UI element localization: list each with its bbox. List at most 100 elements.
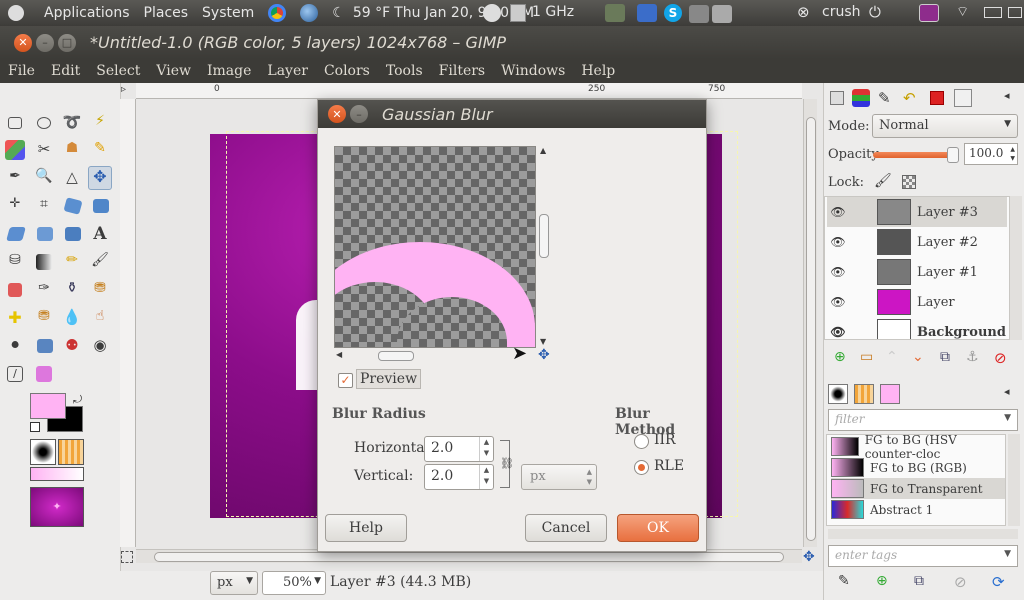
unit-select[interactable]: px ▲ ▼	[521, 464, 597, 490]
menu-select[interactable]: Select	[88, 63, 148, 79]
delete-layer-icon[interactable]: ⊘	[994, 349, 1007, 367]
foreground-select-icon[interactable]: ☗	[62, 140, 82, 160]
dock-menu-icon-2[interactable]: ◂	[1004, 385, 1010, 398]
vertical-spinner[interactable]: 2.0 ▲ ▼	[424, 464, 494, 490]
raise-layer-icon[interactable]: ⌃	[886, 349, 898, 365]
gradient-row[interactable]: Abstract 1	[831, 499, 1005, 520]
undo-tab-icon[interactable]: ↶	[903, 89, 916, 107]
cancel-button[interactable]: Cancel	[525, 514, 607, 542]
perspective-clone-icon[interactable]: ⛃	[34, 308, 54, 328]
ellipse-select-icon[interactable]	[37, 117, 51, 129]
blur-icon[interactable]: 💧	[62, 308, 82, 328]
refresh-gradients-icon[interactable]: ⟳	[992, 573, 1005, 591]
duplicate-gradient-icon[interactable]: ⧉	[914, 573, 924, 589]
preview-area[interactable]	[334, 146, 536, 348]
horizontal-ruler[interactable]: 0 250 750 1000	[136, 83, 802, 99]
colors-tab-icon[interactable]	[930, 91, 944, 105]
update-icon[interactable]	[637, 4, 657, 22]
new-gradient-icon[interactable]: ⊕	[876, 573, 888, 589]
minimize-window-button[interactable]: –	[36, 33, 54, 52]
menu-view[interactable]: View	[148, 63, 199, 79]
layer-row-layer[interactable]: 👁 Layer	[827, 287, 1007, 317]
eraser-icon[interactable]	[8, 283, 22, 297]
dialog-titlebar[interactable]: ✕ – Gaussian Blur	[318, 100, 706, 128]
vertical-scroll-thumb[interactable]	[806, 117, 816, 541]
scroll-down-icon[interactable]: ▼	[540, 337, 546, 346]
color-balance-icon[interactable]: ⚉	[62, 336, 82, 356]
default-colors-icon[interactable]	[30, 422, 40, 432]
layers-vscrollbar[interactable]	[1010, 196, 1022, 340]
gradient-row[interactable]: FG to BG (RGB)	[831, 457, 1005, 478]
vertical-scrollbar[interactable]	[803, 99, 817, 547]
visibility-eye-icon[interactable]: 👁	[827, 325, 849, 339]
spin-arrows-icon[interactable]: ▲ ▼	[1010, 145, 1015, 163]
dialog-minimize-button[interactable]: –	[350, 105, 368, 123]
fuzzy-select-icon[interactable]: ⚡	[90, 113, 110, 133]
rect-select-icon[interactable]	[8, 117, 22, 129]
mode-select[interactable]: Normal ▼	[872, 114, 1018, 138]
unit-combo[interactable]: px ▼	[210, 571, 258, 595]
gradient-row[interactable]: FG to BG (HSV counter-cloc	[831, 435, 1005, 461]
text-icon[interactable]: A	[90, 224, 110, 244]
ruler-corner-icon[interactable]: ▹	[121, 84, 126, 95]
enter-tags-input[interactable]: enter tags ▼	[828, 545, 1018, 567]
brushes-tab-icon[interactable]	[828, 384, 848, 404]
maximize-window-button[interactable]: □	[58, 33, 76, 52]
close-window-button[interactable]: ✕	[14, 33, 32, 52]
ok-button[interactable]: OK	[617, 514, 699, 542]
paths-icon[interactable]: ✎	[90, 140, 110, 160]
swap-colors-icon[interactable]: ⤾	[73, 393, 82, 407]
flip-icon[interactable]	[65, 227, 81, 241]
layer-row-1[interactable]: 👁 Layer #1	[827, 257, 1007, 287]
scroll-left-icon[interactable]: ◀	[336, 350, 342, 359]
dialog-close-button[interactable]: ✕	[328, 105, 346, 123]
weather-text[interactable]: 59 °F	[353, 5, 390, 21]
delete-gradient-icon[interactable]: ⊘	[954, 573, 967, 591]
channels-tab-icon[interactable]	[852, 89, 870, 107]
navigate-icon[interactable]: ✥	[803, 549, 815, 565]
visibility-eye-icon[interactable]: 👁	[827, 205, 849, 219]
username[interactable]: crush	[822, 4, 861, 20]
measure-icon[interactable]: △	[62, 168, 82, 188]
menu-filters[interactable]: Filters	[431, 63, 493, 79]
pencil-icon[interactable]: ✏	[62, 252, 82, 272]
clone-icon[interactable]: ⛃	[90, 280, 110, 300]
preview-checkbox[interactable]: ✓	[338, 373, 353, 388]
places-menu[interactable]: Places	[144, 5, 189, 21]
menu-layer[interactable]: Layer	[259, 63, 316, 79]
lock-alpha-icon[interactable]	[902, 175, 916, 189]
menu-tools[interactable]: Tools	[378, 63, 431, 79]
iir-label[interactable]: IIR	[654, 432, 676, 448]
new-layer-icon[interactable]: ⊕	[834, 349, 846, 365]
menu-image[interactable]: Image	[199, 63, 259, 79]
scale-icon[interactable]	[93, 199, 109, 213]
logout-x-icon[interactable]: ⊗	[797, 3, 810, 21]
help-button[interactable]: Help	[325, 514, 407, 542]
menu-edit[interactable]: Edit	[43, 63, 88, 79]
ink-icon[interactable]: ⚱	[62, 280, 82, 300]
layer-row-3[interactable]: 👁 Layer #3	[827, 197, 1007, 227]
gradients-tab-icon[interactable]	[880, 384, 900, 404]
globe-icon[interactable]	[300, 4, 319, 22]
horizontal-scroll-thumb[interactable]	[154, 552, 784, 562]
visibility-eye-icon[interactable]: 👁	[827, 235, 849, 249]
lasso-icon[interactable]: ➰	[62, 113, 82, 133]
dock-menu-icon[interactable]: ◂	[1004, 89, 1010, 102]
paths-tab-icon[interactable]: ✎	[878, 89, 891, 107]
iir-radio[interactable]	[634, 434, 649, 449]
visibility-eye-icon[interactable]: 👁	[827, 295, 849, 309]
opacity-spinner[interactable]: 100.0 ▲ ▼	[964, 143, 1018, 165]
menu-windows[interactable]: Windows	[493, 63, 573, 79]
gradient-preview-icon[interactable]	[30, 467, 84, 481]
airbrush-icon[interactable]: ✑	[34, 280, 54, 300]
script-icon[interactable]	[36, 366, 52, 382]
patterns-tab-icon[interactable]	[854, 384, 874, 404]
pidgin-icon[interactable]	[605, 4, 625, 22]
wifi-icon[interactable]: ⌔	[956, 3, 969, 21]
gradient-filter-input[interactable]: filter ▼	[828, 409, 1018, 431]
gradients-hscrollbar[interactable]	[828, 529, 1018, 539]
edit-gradient-icon[interactable]: ✎	[838, 573, 850, 589]
mail-notify-icon[interactable]	[1008, 7, 1022, 18]
chrome-icon[interactable]	[268, 4, 287, 22]
quick-mask-icon[interactable]	[121, 551, 133, 563]
